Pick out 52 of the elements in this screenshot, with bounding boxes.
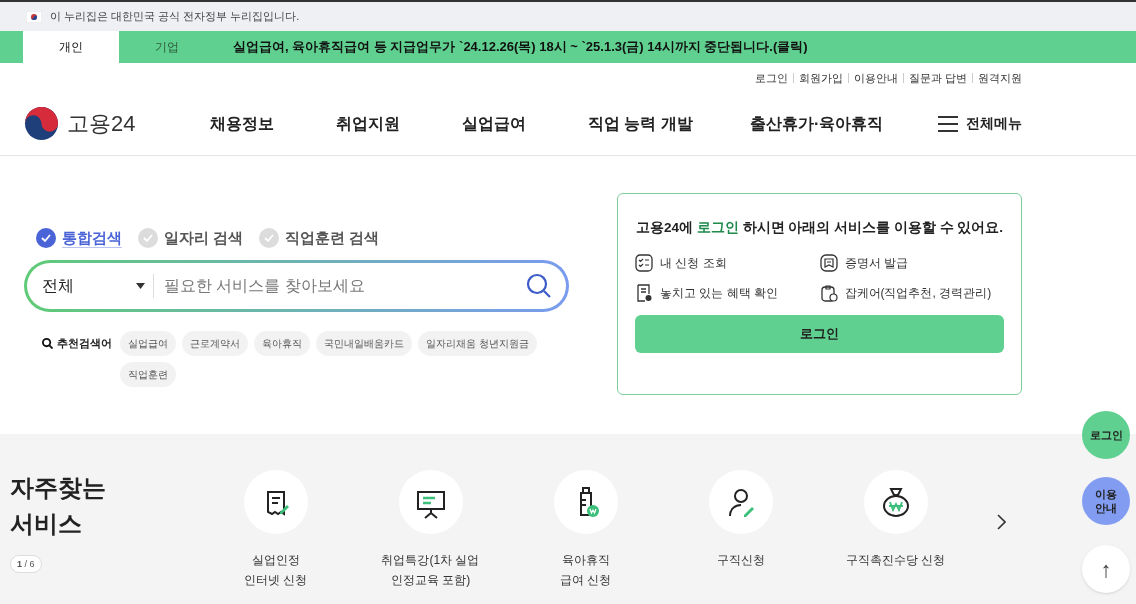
benefit-icon (635, 284, 653, 302)
keyword-chip[interactable]: 실업급여 (120, 330, 176, 356)
logo-text[interactable]: 고용24 (67, 107, 136, 140)
flag-icon (26, 10, 42, 23)
jobcare-icon (819, 284, 838, 302)
service-link[interactable]: 육아휴직 급여 신청 (559, 550, 612, 590)
all-menu-button[interactable]: 전체메뉴 (938, 113, 1022, 134)
login-button[interactable]: 로그인 (635, 315, 1004, 353)
audience-tab[interactable]: 기업 (119, 31, 215, 63)
gov-banner-text: 이 누리집은 대한민국 공식 전자정부 누리집입니다. (50, 9, 300, 25)
nav-link[interactable]: 실업급여 (462, 111, 588, 136)
service-link[interactable]: 구직신청 (716, 550, 765, 570)
utility-link[interactable]: 로그인 (754, 69, 788, 87)
search-type-tab[interactable]: 통합검색 (62, 227, 122, 250)
notice-link[interactable]: 실업급여, 육아휴직급여 등 지급업무가 `24.12.26(목) 18시 ~ `25.1.3(금) 14시까지 중단됩니다.(클릭) (233, 37, 808, 57)
certificate-icon (819, 254, 838, 272)
section-title: 자주찾는 서비스 (10, 473, 107, 539)
category-dropdown[interactable]: 전체 (42, 273, 154, 298)
nav-link[interactable]: 출산휴가·육아휴직 (750, 111, 900, 136)
service-link[interactable]: 실업인정 인터넷 신청 (243, 550, 308, 590)
service-link[interactable]: 구직촉진수당 신청 (845, 550, 946, 570)
search-type-tab[interactable]: 일자리 검색 (164, 227, 244, 250)
service-label: 내 신청 조회 (660, 255, 727, 272)
audience-tab[interactable]: 개인 (23, 31, 119, 63)
keyword-chip[interactable]: 일자리채움 청년지원금 (418, 330, 537, 356)
caret-icon (136, 282, 145, 289)
utility-link[interactable]: 이용안내 (853, 69, 898, 87)
page-indicator: 1 / 6 (10, 555, 42, 573)
nav-link[interactable]: 채용정보 (210, 111, 336, 136)
keyword-chip[interactable]: 육아휴직 (254, 330, 310, 356)
search-type-tab[interactable]: 직업훈련 검색 (285, 227, 380, 250)
logo-icon (24, 106, 59, 141)
service-label: 잡케어(직업추천, 경력관리) (844, 285, 992, 302)
nav-link[interactable]: 취업지원 (336, 111, 462, 136)
utility-link[interactable]: 회원가입 (798, 69, 843, 87)
service-label: 증명서 발급 (844, 255, 908, 272)
floating-login-button[interactable]: 로그인 (1082, 411, 1130, 459)
nav-link[interactable]: 직업 능력 개발 (588, 111, 750, 136)
recommended-label: 추천검색어 (57, 336, 112, 352)
keyword-chip[interactable]: 근로계약서 (182, 330, 248, 356)
service-label: 놓치고 있는 혜택 확인 (660, 285, 778, 302)
service-link[interactable]: 취업특강(1차 실업 인정교육 포함) (381, 550, 480, 590)
search-field[interactable]: 전체 필요한 서비스를 찾아보세요 (24, 259, 569, 312)
search-icon[interactable] (526, 272, 552, 299)
menu-icon (938, 115, 958, 132)
login-message: 고용24에 로그인 하시면 아래의 서비스를 이용할 수 있어요. (635, 219, 1004, 237)
search-icon (42, 338, 53, 349)
utility-link[interactable]: 원격지원 (978, 69, 1022, 87)
keyword-chip[interactable]: 국민내일배움카드 (316, 330, 412, 356)
list-icon (635, 254, 653, 272)
utility-link[interactable]: 질문과 답변 (908, 69, 967, 87)
keyword-chip[interactable]: 직업훈련 (120, 361, 176, 387)
